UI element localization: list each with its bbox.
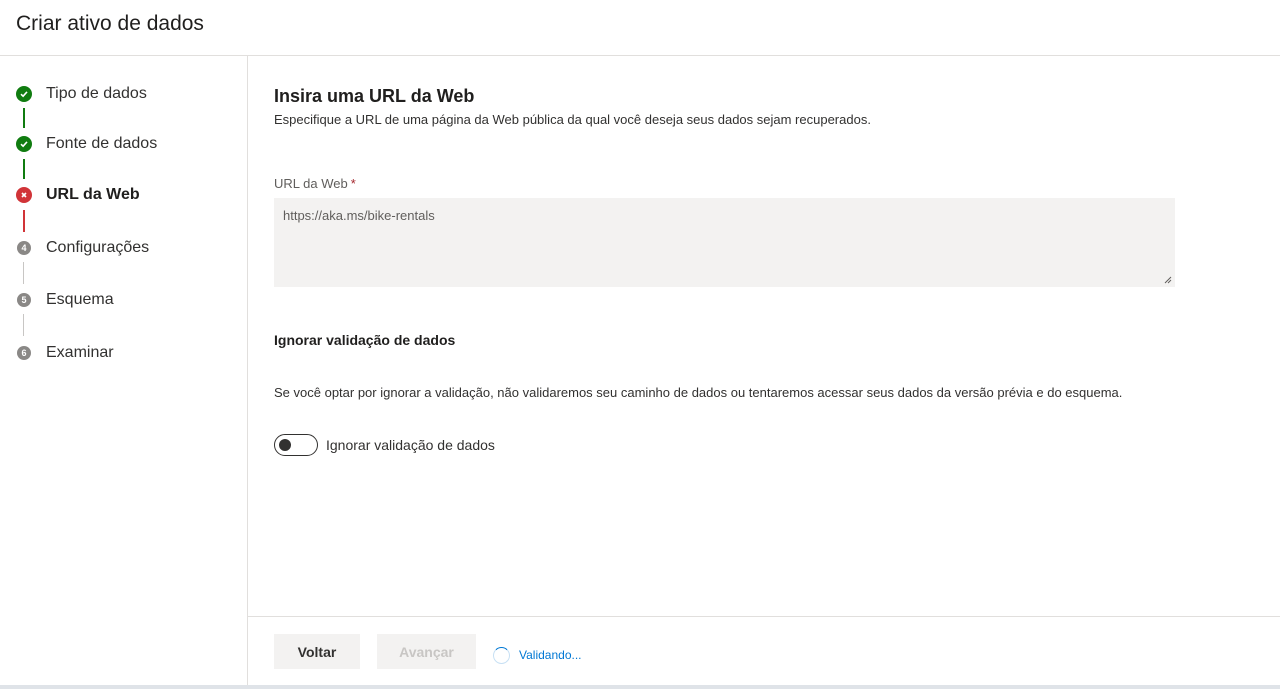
step-configuracoes[interactable]: 4 Configurações — [16, 237, 149, 259]
footer: Voltar Avançar Validando... — [248, 616, 1280, 687]
header: Criar ativo de dados — [0, 0, 1280, 56]
url-field-label: URL da Web * — [274, 176, 356, 191]
skip-validation-title: Ignorar validação de dados — [274, 332, 456, 348]
step-connector — [23, 210, 25, 232]
required-marker: * — [350, 176, 356, 191]
skip-validation-toggle[interactable] — [274, 434, 318, 456]
step-connector — [23, 314, 24, 336]
step-number-icon: 4 — [17, 241, 31, 255]
check-circle-icon — [16, 86, 32, 102]
loading-spinner-icon — [493, 647, 510, 664]
bottom-divider — [0, 685, 1280, 689]
step-examinar[interactable]: 6 Examinar — [16, 342, 114, 364]
step-label: Esquema — [46, 291, 114, 308]
step-url-da-web[interactable]: URL da Web — [16, 184, 140, 206]
page-title: Criar ativo de dados — [16, 12, 204, 35]
skip-validation-description: Se você optar por ignorar a validação, n… — [274, 385, 1123, 400]
step-connector — [23, 159, 25, 179]
step-label: Tipo de dados — [46, 85, 147, 102]
step-connector — [23, 262, 24, 284]
step-label: Configurações — [46, 239, 150, 256]
section-title: Insira uma URL da Web — [274, 86, 475, 106]
step-fonte-de-dados[interactable]: Fonte de dados — [16, 133, 157, 155]
skip-validation-toggle-row: Ignorar validação de dados — [274, 434, 495, 456]
step-connector — [23, 108, 25, 128]
error-circle-icon — [16, 187, 32, 203]
section-description: Especifique a URL de uma página da Web p… — [274, 112, 871, 127]
step-label: URL da Web — [46, 186, 140, 203]
wizard-steps-sidebar: Tipo de dados Fonte de dados URL da Web … — [0, 56, 248, 687]
step-esquema[interactable]: 5 Esquema — [16, 289, 114, 311]
step-label: Examinar — [46, 344, 114, 361]
url-textarea[interactable]: https://aka.ms/bike-rentals — [274, 198, 1175, 287]
check-circle-icon — [16, 136, 32, 152]
status-text: Validando... — [519, 648, 582, 662]
step-number-icon: 6 — [17, 346, 31, 360]
step-tipo-de-dados[interactable]: Tipo de dados — [16, 83, 147, 105]
step-number-icon: 5 — [17, 293, 31, 307]
resize-grip-icon[interactable] — [1164, 276, 1172, 284]
next-button[interactable]: Avançar — [377, 634, 476, 669]
toggle-label: Ignorar validação de dados — [326, 437, 495, 453]
url-value: https://aka.ms/bike-rentals — [283, 208, 435, 223]
toggle-knob — [279, 439, 291, 451]
back-button[interactable]: Voltar — [274, 634, 360, 669]
url-field-label-text: URL da Web — [274, 176, 348, 191]
step-label: Fonte de dados — [46, 135, 158, 152]
